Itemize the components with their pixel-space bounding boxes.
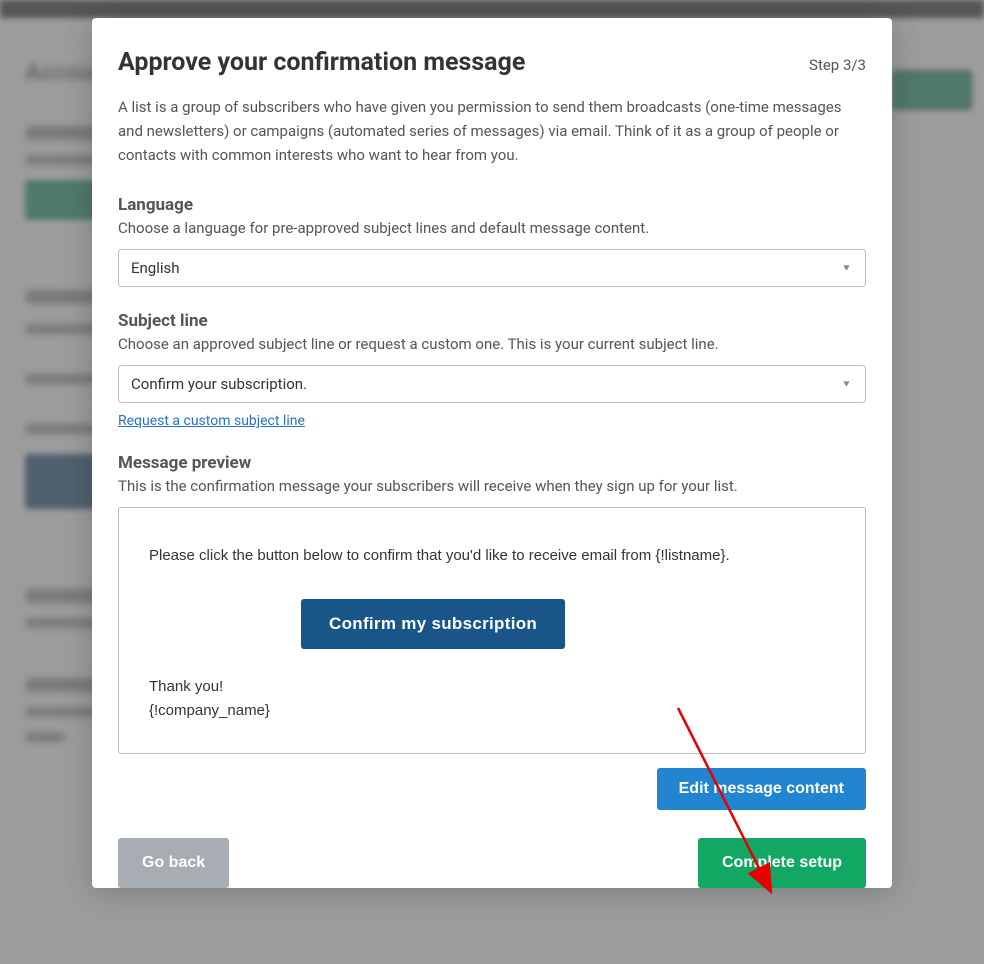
language-title: Language <box>118 195 866 215</box>
modal-footer: Go back Complete setup <box>118 838 866 888</box>
preview-section: Message preview This is the confirmation… <box>118 453 866 810</box>
modal-description: A list is a group of subscribers who hav… <box>118 95 866 167</box>
subject-selected-value: Confirm your subscription. <box>131 375 307 393</box>
subject-help: Choose an approved subject line or reque… <box>118 335 866 353</box>
language-help: Choose a language for pre-approved subje… <box>118 219 866 237</box>
preview-title: Message preview <box>118 453 866 473</box>
request-custom-subject-link[interactable]: Request a custom subject line <box>118 413 305 429</box>
edit-message-content-button[interactable]: Edit message content <box>657 768 866 810</box>
subject-select[interactable]: Confirm your subscription. <box>118 365 866 403</box>
subject-title: Subject line <box>118 311 866 331</box>
step-indicator: Step 3/3 <box>809 56 866 74</box>
preview-thanks-line1: Thank you! <box>149 678 223 695</box>
language-select[interactable]: English <box>118 249 866 287</box>
confirmation-modal: Approve your confirmation message Step 3… <box>92 18 892 888</box>
preview-thanks: Thank you! {!company_name} <box>149 675 835 723</box>
preview-thanks-line2: {!company_name} <box>149 702 270 719</box>
preview-intro-text: Please click the button below to confirm… <box>149 544 835 569</box>
preview-help: This is the confirmation message your su… <box>118 477 866 495</box>
message-preview-box: Please click the button below to confirm… <box>118 507 866 754</box>
subject-section: Subject line Choose an approved subject … <box>118 311 866 429</box>
go-back-button[interactable]: Go back <box>118 838 229 888</box>
complete-setup-button[interactable]: Complete setup <box>698 838 866 888</box>
confirm-subscription-button[interactable]: Confirm my subscription <box>301 599 565 649</box>
language-section: Language Choose a language for pre-appro… <box>118 195 866 287</box>
language-selected-value: English <box>131 259 180 277</box>
modal-title: Approve your confirmation message <box>118 48 525 77</box>
